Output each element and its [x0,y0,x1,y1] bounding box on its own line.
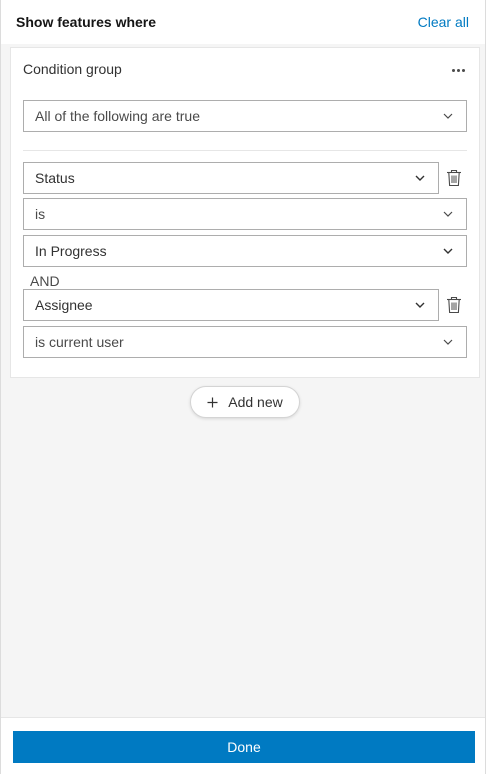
condition-operator-select[interactable]: is [23,198,467,230]
chevron-down-icon [414,299,426,311]
add-new-button[interactable]: Add new [190,386,300,418]
chevron-down-icon [442,245,454,257]
condition-operator-value: is current user [35,334,124,350]
panel-title: Show features where [16,14,157,30]
condition-value-select[interactable]: In Progress [23,235,467,267]
condition-field-select[interactable]: Assignee [23,289,439,321]
condition-operator-select[interactable]: is current user [23,326,467,358]
condition-field-value: Assignee [35,297,93,313]
chevron-down-icon [442,110,454,122]
delete-condition-button[interactable] [445,295,463,315]
condition-operator-value: is [35,206,46,222]
chevron-down-icon [414,172,426,184]
chevron-down-icon [442,336,454,348]
panel-footer: Done [1,717,485,774]
ellipsis-icon[interactable] [449,62,467,78]
panel-header: Show features where Clear all [1,0,485,44]
match-mode-value: All of the following are true [35,108,200,124]
divider [23,150,467,151]
done-button-label: Done [227,739,261,755]
delete-condition-button[interactable] [445,168,463,188]
condition-group-card: Condition group All of the following are… [10,47,480,378]
done-button[interactable]: Done [13,731,475,763]
add-new-label: Add new [228,394,283,410]
match-mode-select[interactable]: All of the following are true [23,100,467,132]
filter-panel: Show features where Clear all Condition … [0,0,486,774]
condition-value-value: In Progress [35,243,107,259]
condition-connector-label: AND [30,273,60,289]
condition-group-title: Condition group [23,61,122,77]
clear-all-link[interactable]: Clear all [418,14,469,30]
trash-icon [447,169,461,187]
condition-field-select[interactable]: Status [23,162,439,194]
trash-icon [447,296,461,314]
plus-icon [207,397,218,407]
chevron-down-icon [442,208,454,220]
condition-field-value: Status [35,170,75,186]
